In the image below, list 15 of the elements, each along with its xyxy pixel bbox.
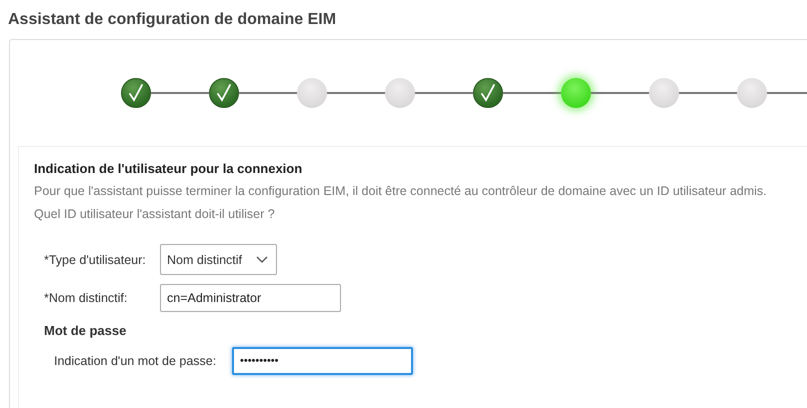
password-field[interactable]: ••••••••••	[232, 347, 413, 375]
input-field[interactable]: cn=Administrator	[160, 284, 341, 312]
field-label: *Nom distinctif:	[44, 291, 128, 305]
description-text: Pour que l'assistant puisse terminer la configuration EIM, il doit être connecté au contrôleur de domaine avec un ID utilisateur admis.	[34, 184, 768, 198]
page-title: Assistant de configuration de domaine EIM	[7, 10, 338, 30]
user-type-dropdown[interactable]: Nom distinctif	[160, 244, 278, 275]
check-icon	[480, 84, 496, 102]
field-label: *Type d'utilisateur:	[44, 252, 147, 266]
check-icon	[128, 84, 144, 102]
password-heading: Mot de passe	[44, 323, 128, 338]
check-icon	[216, 84, 232, 102]
question-text: Quel ID utilisateur l'assistant doit-il utiliser ?	[34, 207, 276, 221]
section-heading: Indication de l'utilisateur pour la connexion	[34, 161, 304, 176]
field-label: Indication d'un mot de passe:	[54, 354, 218, 368]
chevron-down-icon	[256, 256, 268, 263]
